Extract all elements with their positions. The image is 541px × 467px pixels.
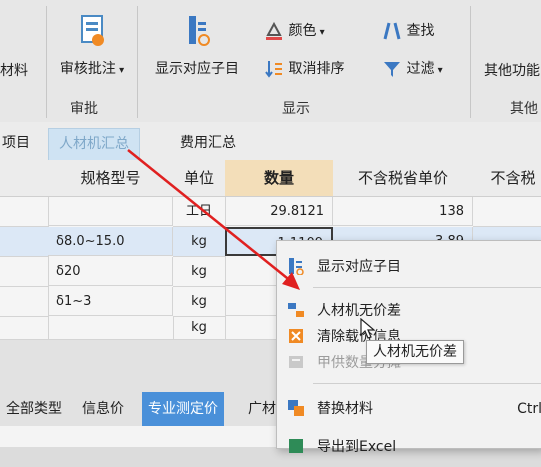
- menu-separator: [313, 383, 541, 384]
- audit-icon: [81, 15, 104, 46]
- grid-header-spec[interactable]: 规格型号: [48, 160, 174, 197]
- tab-professional-price[interactable]: 专业测定价: [142, 392, 224, 426]
- replace-icon: [288, 400, 304, 416]
- find-button[interactable]: 查找: [382, 20, 434, 41]
- grid-header-unit-price[interactable]: 不含税省单价: [333, 160, 474, 197]
- tooltip: 人材机无价差: [366, 340, 464, 364]
- filter-button[interactable]: 过滤 ▾: [382, 58, 443, 79]
- dropdown-arrow-icon: ▾: [115, 65, 125, 76]
- mouse-cursor-icon: [360, 318, 376, 339]
- shortcut-label: Ctrl: [517, 401, 541, 417]
- audit-button[interactable]: 审核批注 ▾: [52, 14, 132, 78]
- cell-unit[interactable]: kg: [173, 257, 226, 287]
- group-label-approve: 审批: [70, 101, 98, 117]
- dropdown-arrow-icon: ▾: [434, 65, 443, 76]
- cell-spec[interactable]: [48, 197, 173, 226]
- cell-unit[interactable]: kg: [173, 287, 226, 317]
- tab-resource-summary[interactable]: 人材机汇总: [48, 128, 140, 160]
- dropdown-arrow-icon: ▾: [316, 27, 325, 38]
- menu-item-show-child[interactable]: 显示对应子目: [277, 247, 541, 287]
- cancel-sort-button[interactable]: 取消排序: [264, 58, 344, 79]
- cell-unit[interactable]: kg: [173, 317, 226, 340]
- material-button-partial[interactable]: 材料: [0, 60, 28, 80]
- group-label-other: 其他: [510, 101, 538, 117]
- supply-icon: [289, 356, 303, 368]
- menu-separator: [313, 287, 541, 288]
- find-icon: [383, 22, 401, 40]
- ribbon-separator: [46, 6, 47, 118]
- tab-all-types[interactable]: 全部类型: [0, 392, 68, 426]
- tab-cost-summary[interactable]: 费用汇总: [170, 128, 246, 159]
- excel-icon: [289, 439, 303, 453]
- filter-icon: [384, 62, 400, 77]
- cell-spec[interactable]: δ20: [48, 257, 173, 286]
- cell-price[interactable]: 138: [333, 197, 473, 226]
- cell-spec[interactable]: [48, 317, 174, 340]
- cell-unit[interactable]: 工日: [173, 197, 226, 227]
- tab-project[interactable]: 项目: [0, 128, 40, 159]
- menu-item-export-excel[interactable]: 导出到Excel: [277, 427, 541, 467]
- group-label-display: 显示: [282, 101, 310, 117]
- cell-unit[interactable]: kg: [173, 227, 226, 257]
- tab-info-price[interactable]: 信息价: [76, 392, 130, 426]
- grid-header-unit[interactable]: 单位: [173, 160, 226, 197]
- grid-header-blank: [0, 160, 49, 197]
- show-child-icon: [289, 258, 304, 275]
- cell-quantity[interactable]: 29.8121: [225, 197, 333, 226]
- module-tab-bar: 项目 人材机汇总 费用汇总: [0, 122, 541, 161]
- grid-header-price-partial[interactable]: 不含税: [473, 160, 541, 197]
- show-child-button[interactable]: 显示对应子目: [143, 14, 251, 78]
- other-functions-button[interactable]: 其他功能: [484, 60, 540, 80]
- ribbon-toolbar: 材料 审核批注 ▾ 审批 显示对应子目 颜色 ▾ 取消排序 查找 过滤 ▾ 显示…: [0, 0, 541, 123]
- ribbon-separator: [470, 6, 471, 118]
- grid-header-quantity[interactable]: 数量: [225, 160, 334, 197]
- color-button[interactable]: 颜色 ▾: [264, 20, 325, 41]
- cell-spec[interactable]: δ8.0~15.0: [48, 227, 173, 256]
- color-icon: [266, 21, 282, 40]
- ribbon-separator: [137, 6, 138, 118]
- sort-icon: [265, 61, 282, 78]
- show-child-icon: [189, 16, 210, 46]
- cell-spec[interactable]: δ1~3: [48, 287, 173, 316]
- menu-item-replace-material[interactable]: 替换材料 Ctrl: [277, 389, 541, 429]
